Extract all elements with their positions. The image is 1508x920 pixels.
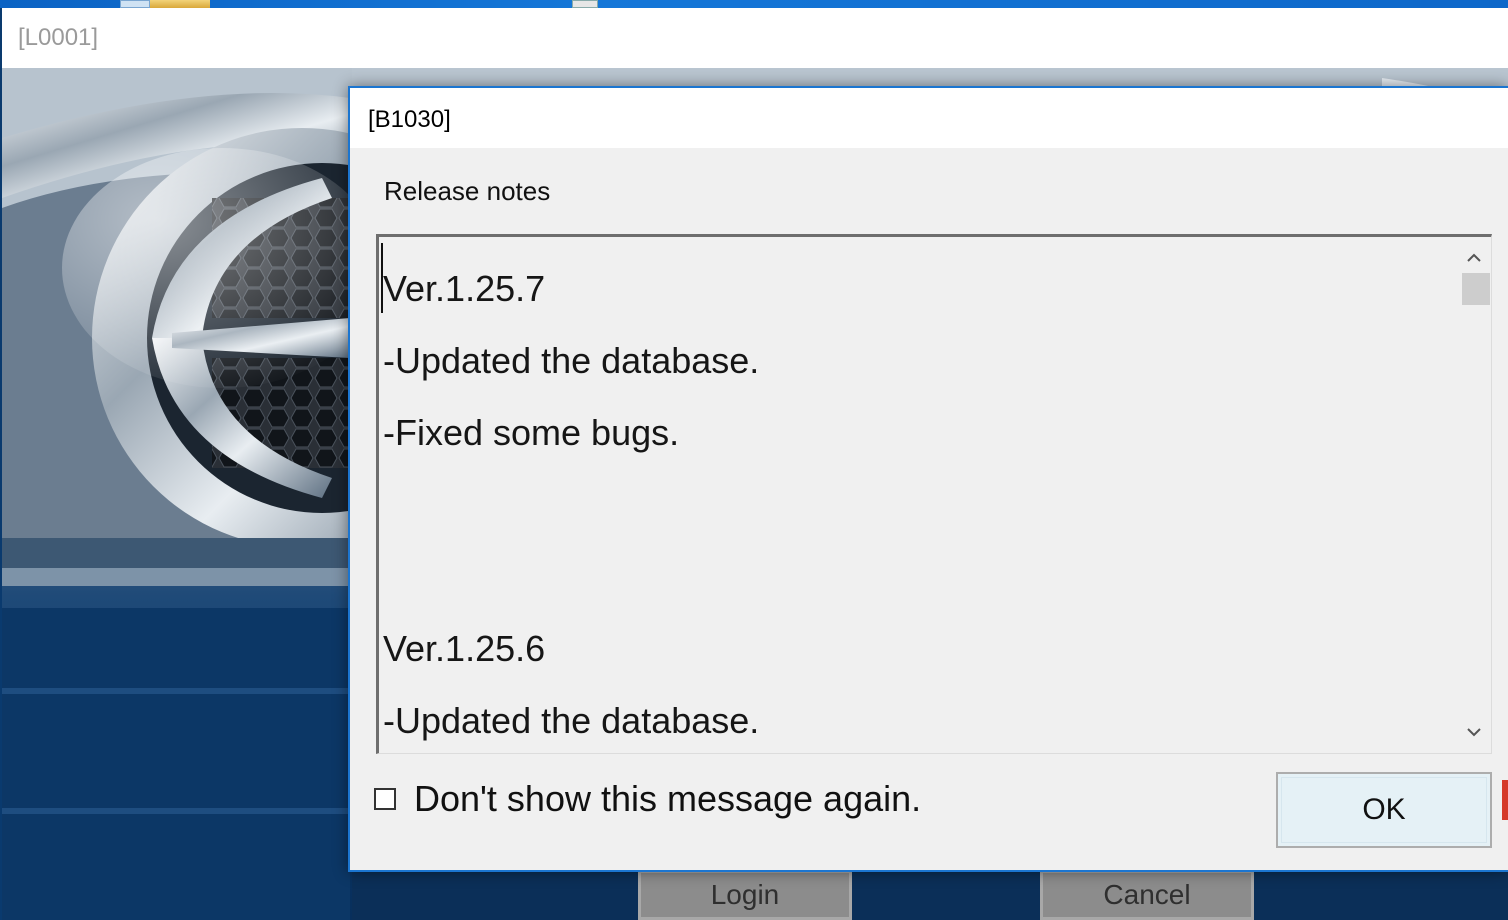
notes-line: Ver.1.25.7 [383, 268, 546, 309]
ok-button[interactable]: OK [1276, 772, 1492, 848]
folder-icon [150, 0, 210, 8]
scrollbar-thumb[interactable] [1462, 273, 1490, 305]
desktop-icon [572, 0, 598, 8]
cancel-button[interactable]: Cancel [1040, 870, 1254, 920]
main-titlebar: [L0001] [2, 8, 1508, 68]
release-notes-label: Release notes [384, 176, 551, 206]
main-window-title: [L0001] [18, 24, 99, 51]
vertical-scrollbar[interactable] [1457, 237, 1491, 753]
notes-line [383, 541, 1453, 613]
desktop-taskbar-strip [0, 0, 1508, 8]
notes-line: -Fixed some bugs. [383, 412, 680, 453]
chevron-up-icon[interactable] [1457, 241, 1491, 275]
screen: [L0001] Login Cancel [B1030] Release not… [0, 0, 1508, 920]
login-button[interactable]: Login [638, 870, 852, 920]
offscreen-window-edge [1502, 780, 1508, 820]
release-notes-textbox[interactable]: Ver.1.25.7 -Updated the database. -Fixed… [376, 234, 1492, 754]
dont-show-again-row[interactable]: Don't show this message again. [374, 778, 921, 820]
chevron-down-icon[interactable] [1457, 715, 1491, 749]
dont-show-again-checkbox[interactable] [374, 788, 396, 810]
desktop-icon [120, 0, 150, 8]
notes-line: Ver.1.25.6 [383, 628, 546, 669]
notes-line: -Updated the database. [383, 700, 760, 741]
notes-line [383, 469, 1453, 541]
dont-show-again-label[interactable]: Don't show this message again. [414, 778, 921, 820]
notes-line: -Updated the database. [383, 340, 760, 381]
release-notes-content: Ver.1.25.7 -Updated the database. -Fixed… [383, 253, 1453, 753]
dialog-titlebar[interactable]: [B1030] [350, 88, 1508, 148]
release-notes-dialog: [B1030] Release notes Ver.1.25.7 -Update… [348, 86, 1508, 872]
ok-button-focus-border [1281, 777, 1487, 843]
dialog-title: [B1030] [368, 106, 451, 133]
